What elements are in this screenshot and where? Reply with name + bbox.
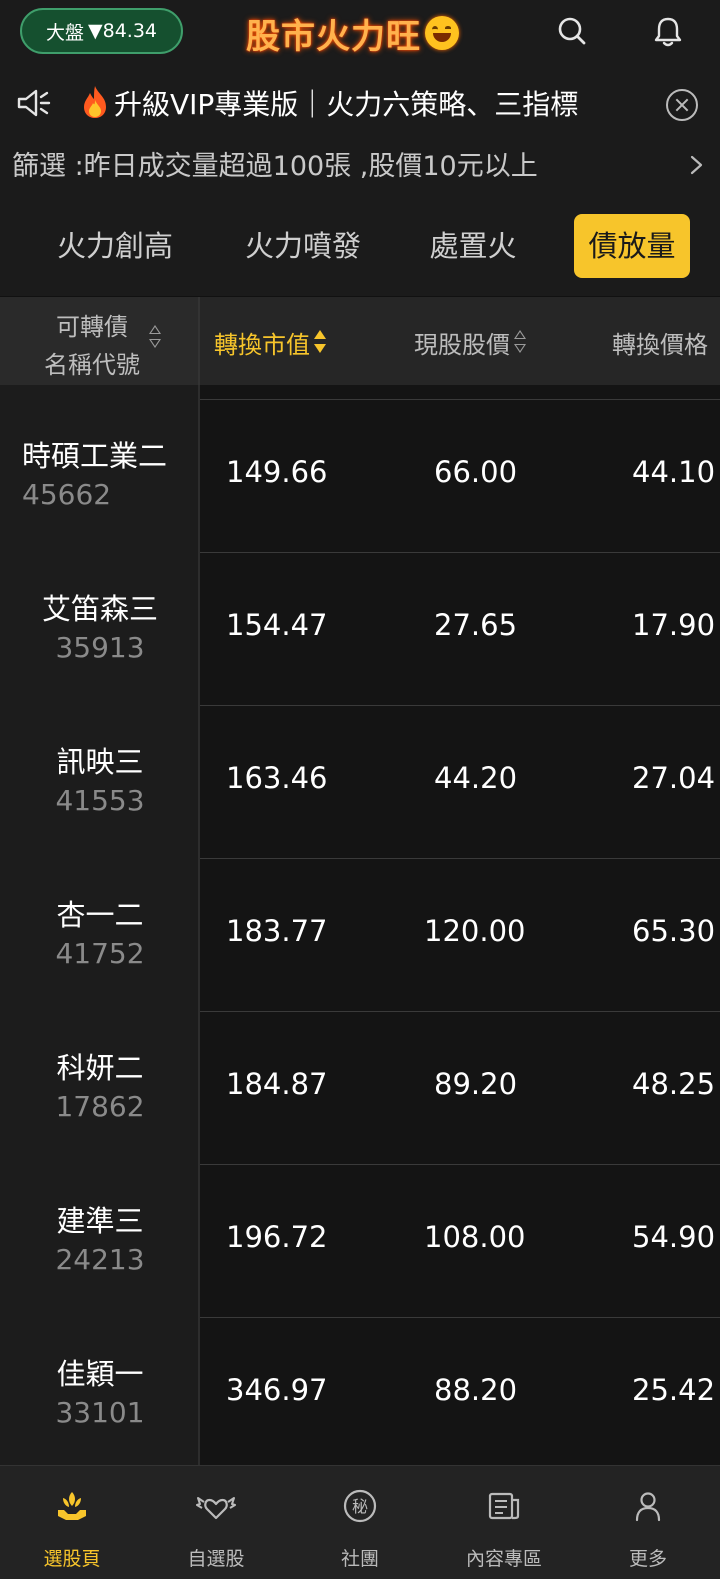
tab-bond-volume[interactable]: 債放量 — [574, 214, 690, 278]
stock-price: 44.20 — [434, 761, 518, 795]
bond-name: 建準三 — [56, 1204, 144, 1238]
conversion-value: 184.87 — [226, 1067, 328, 1101]
bell-icon[interactable] — [648, 12, 688, 52]
table-row[interactable]: 訊映三 41553 163.46 44.20 27.04 — [0, 706, 720, 859]
nav-label: 內容專區 — [465, 1548, 542, 1570]
strategy-tabs: 火力創高 火力噴發 處置火 債放量 — [0, 197, 720, 296]
nav-content[interactable]: 內容專區 — [432, 1466, 576, 1579]
announcement-text[interactable]: 升級VIP專業版｜火力六策略、三指標 — [80, 83, 650, 127]
header-bond-name-code[interactable]: 可轉債 名稱代號 — [0, 297, 200, 385]
stock-price: 27.65 — [434, 608, 518, 642]
conversion-price: 54.90 — [632, 1220, 716, 1254]
conversion-price: 17.90 — [632, 608, 716, 642]
header-conversion-value[interactable]: 轉換市值 — [214, 325, 327, 360]
market-index-value: ▼84.34 — [88, 20, 158, 42]
conversion-price: 48.25 — [632, 1067, 716, 1101]
tab-fire-new-high[interactable]: 火力創高 — [40, 214, 190, 278]
nav-label: 社團 — [340, 1548, 379, 1570]
market-index-pill[interactable]: 大盤 ▼84.34 — [20, 8, 183, 54]
secret-circle-icon: 秘 — [343, 1489, 377, 1523]
stock-price: 120.00 — [424, 914, 526, 948]
megaphone-icon — [17, 89, 51, 117]
stock-price: 88.20 — [434, 1373, 518, 1407]
stock-price: 108.00 — [424, 1220, 526, 1254]
search-icon[interactable] — [552, 12, 592, 52]
bond-name: 訊映三 — [56, 745, 144, 779]
header-conversion-price-label: 轉換價格 — [612, 331, 708, 359]
app-logo: 股市火力旺 — [246, 10, 459, 57]
bond-code: 45662 — [22, 478, 112, 511]
announcement-message: 升級VIP專業版｜火力六策略、三指標 — [114, 88, 579, 121]
nav-label: 更多 — [628, 1548, 667, 1570]
table-row[interactable]: 科妍二 17862 184.87 89.20 48.25 — [0, 1012, 720, 1165]
conversion-value: 346.97 — [226, 1373, 328, 1407]
nav-watchlist[interactable]: 自選股 — [144, 1466, 288, 1579]
stock-price: 89.20 — [434, 1067, 518, 1101]
newspaper-icon — [488, 1492, 520, 1520]
svg-text:秘: 秘 — [352, 1497, 368, 1516]
sort-arrows-icon[interactable] — [148, 324, 162, 352]
bond-name: 科妍二 — [56, 1051, 144, 1085]
app-header: 大盤 ▼84.34 股市火力旺 — [0, 0, 720, 65]
smile-emoji-icon — [425, 16, 459, 50]
conversion-price: 25.42 — [632, 1373, 716, 1407]
table-row[interactable]: 艾笛森三 35913 154.47 27.65 17.90 — [0, 553, 720, 706]
sort-active-icon[interactable] — [313, 329, 327, 357]
header-stock-price-label: 現股股價 — [414, 331, 510, 359]
bond-name: 艾笛森三 — [41, 592, 158, 626]
announcement-bar[interactable]: 升級VIP專業版｜火力六策略、三指標 — [0, 65, 720, 145]
header-stock-price[interactable]: 現股股價 — [414, 325, 527, 360]
tab-disposal-fire[interactable]: 處置火 — [412, 214, 534, 278]
bond-code: 41752 — [55, 937, 145, 970]
nav-more[interactable]: 更多 — [576, 1466, 720, 1579]
conversion-value: 154.47 — [226, 608, 328, 642]
table-row[interactable]: 佳穎一 33101 346.97 88.20 25.42 — [0, 1318, 720, 1465]
winged-heart-icon — [196, 1497, 236, 1520]
conversion-price: 65.30 — [632, 914, 716, 948]
bond-code: 17862 — [55, 1090, 145, 1123]
table-row-partial — [0, 385, 720, 400]
bond-code: 35913 — [55, 631, 145, 664]
sort-arrows-icon[interactable] — [513, 329, 527, 357]
logo-text: 股市火力旺 — [246, 16, 421, 57]
bottom-navigation: 選股頁 自選股 秘 社團 內容專區 更多 — [0, 1465, 720, 1579]
filter-bar[interactable]: 篩選 :昨日成交量超過100張 ,股價10元以上 — [0, 145, 720, 197]
chevron-right-icon[interactable] — [686, 155, 706, 175]
table-header: 可轉債 名稱代號 轉換市值 現股股價 轉換價格 — [0, 297, 720, 385]
nav-community[interactable]: 秘 社團 — [288, 1466, 432, 1579]
person-icon — [635, 1492, 661, 1522]
nav-stock-picker[interactable]: 選股頁 — [0, 1466, 144, 1579]
bond-code: 24213 — [55, 1243, 145, 1276]
conversion-price: 27.04 — [632, 761, 716, 795]
conversion-price: 44.10 — [632, 455, 716, 489]
bond-code: 33101 — [55, 1396, 145, 1429]
table-row[interactable]: 建準三 24213 196.72 108.00 54.90 — [0, 1165, 720, 1318]
market-index-label: 大盤 — [45, 21, 84, 44]
fire-icon — [84, 86, 106, 118]
nav-label: 自選股 — [187, 1548, 245, 1570]
conversion-value: 163.46 — [226, 761, 328, 795]
header-conversion-value-label: 轉換市值 — [214, 331, 310, 359]
header-conversion-price[interactable]: 轉換價格 — [612, 325, 708, 360]
bond-code: 41553 — [55, 784, 145, 817]
conversion-value: 149.66 — [226, 455, 328, 489]
bond-name: 時碩工業二 — [22, 439, 168, 473]
table-row[interactable]: 杏一二 41752 183.77 120.00 65.30 — [0, 859, 720, 1012]
table-row[interactable]: 時碩工業二 45662 149.66 66.00 44.10 — [0, 400, 720, 553]
filter-description: 篩選 :昨日成交量超過100張 ,股價10元以上 — [12, 151, 538, 182]
nav-label: 選股頁 — [43, 1548, 101, 1570]
lotus-hand-icon — [58, 1492, 86, 1520]
bond-name: 杏一二 — [56, 898, 144, 932]
conversion-value: 196.72 — [226, 1220, 328, 1254]
tab-fire-burst[interactable]: 火力噴發 — [228, 214, 378, 278]
bond-name: 佳穎一 — [56, 1357, 144, 1391]
bond-table[interactable]: 時碩工業二 45662 149.66 66.00 44.10 艾笛森三 3591… — [0, 385, 720, 1465]
conversion-value: 183.77 — [226, 914, 328, 948]
stock-price: 66.00 — [434, 455, 518, 489]
close-announcement-icon[interactable] — [666, 89, 698, 121]
